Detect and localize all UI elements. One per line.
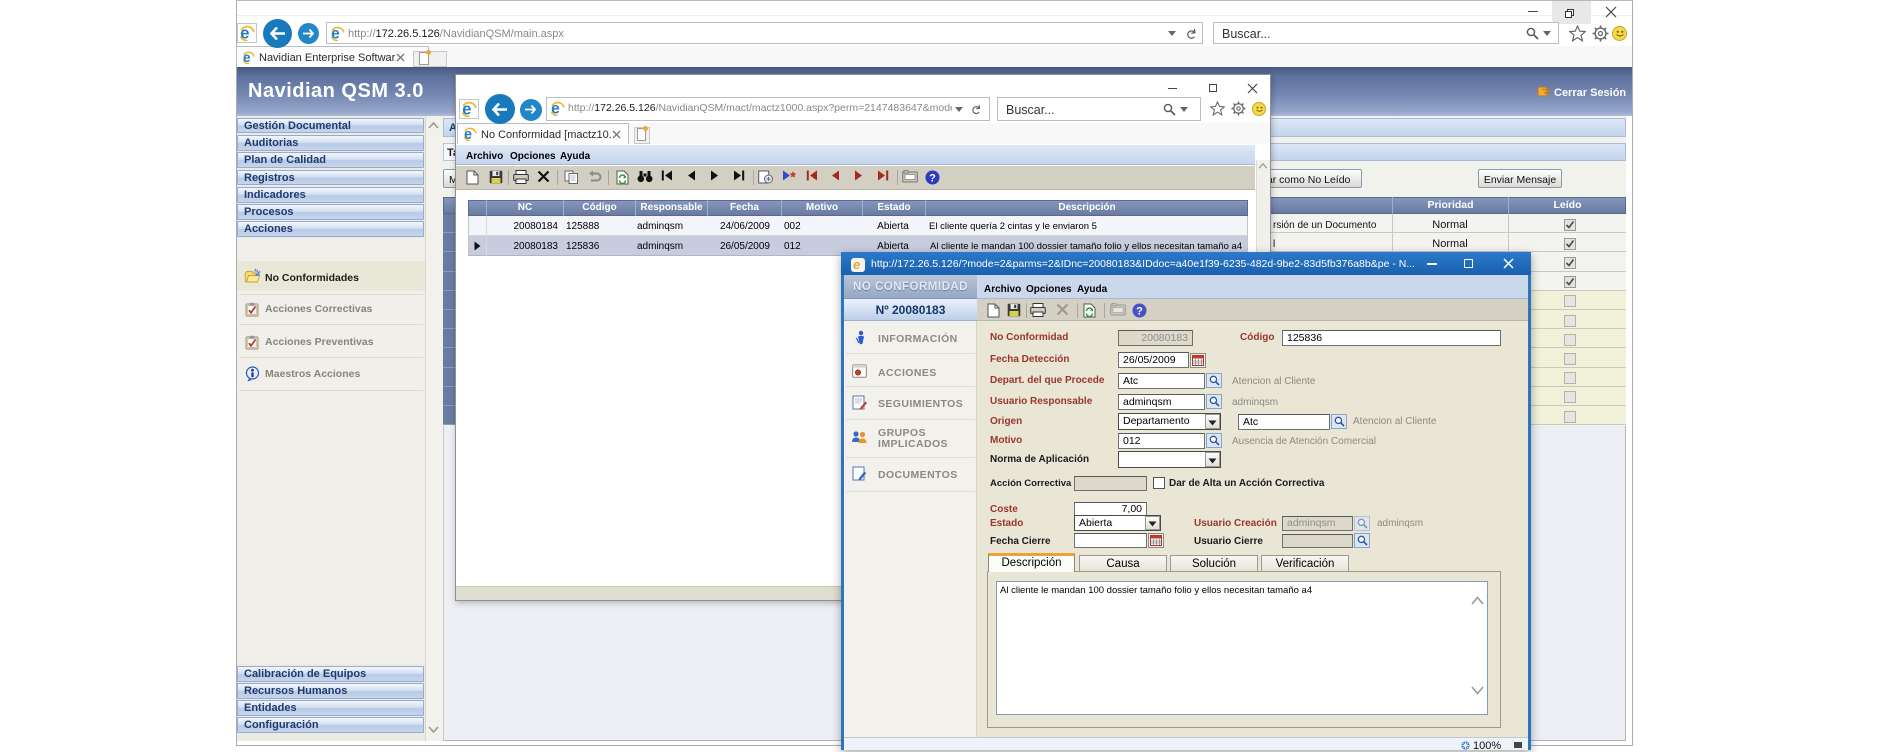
svg-text:?: ? (929, 173, 936, 185)
svg-text:?: ? (1136, 306, 1143, 318)
